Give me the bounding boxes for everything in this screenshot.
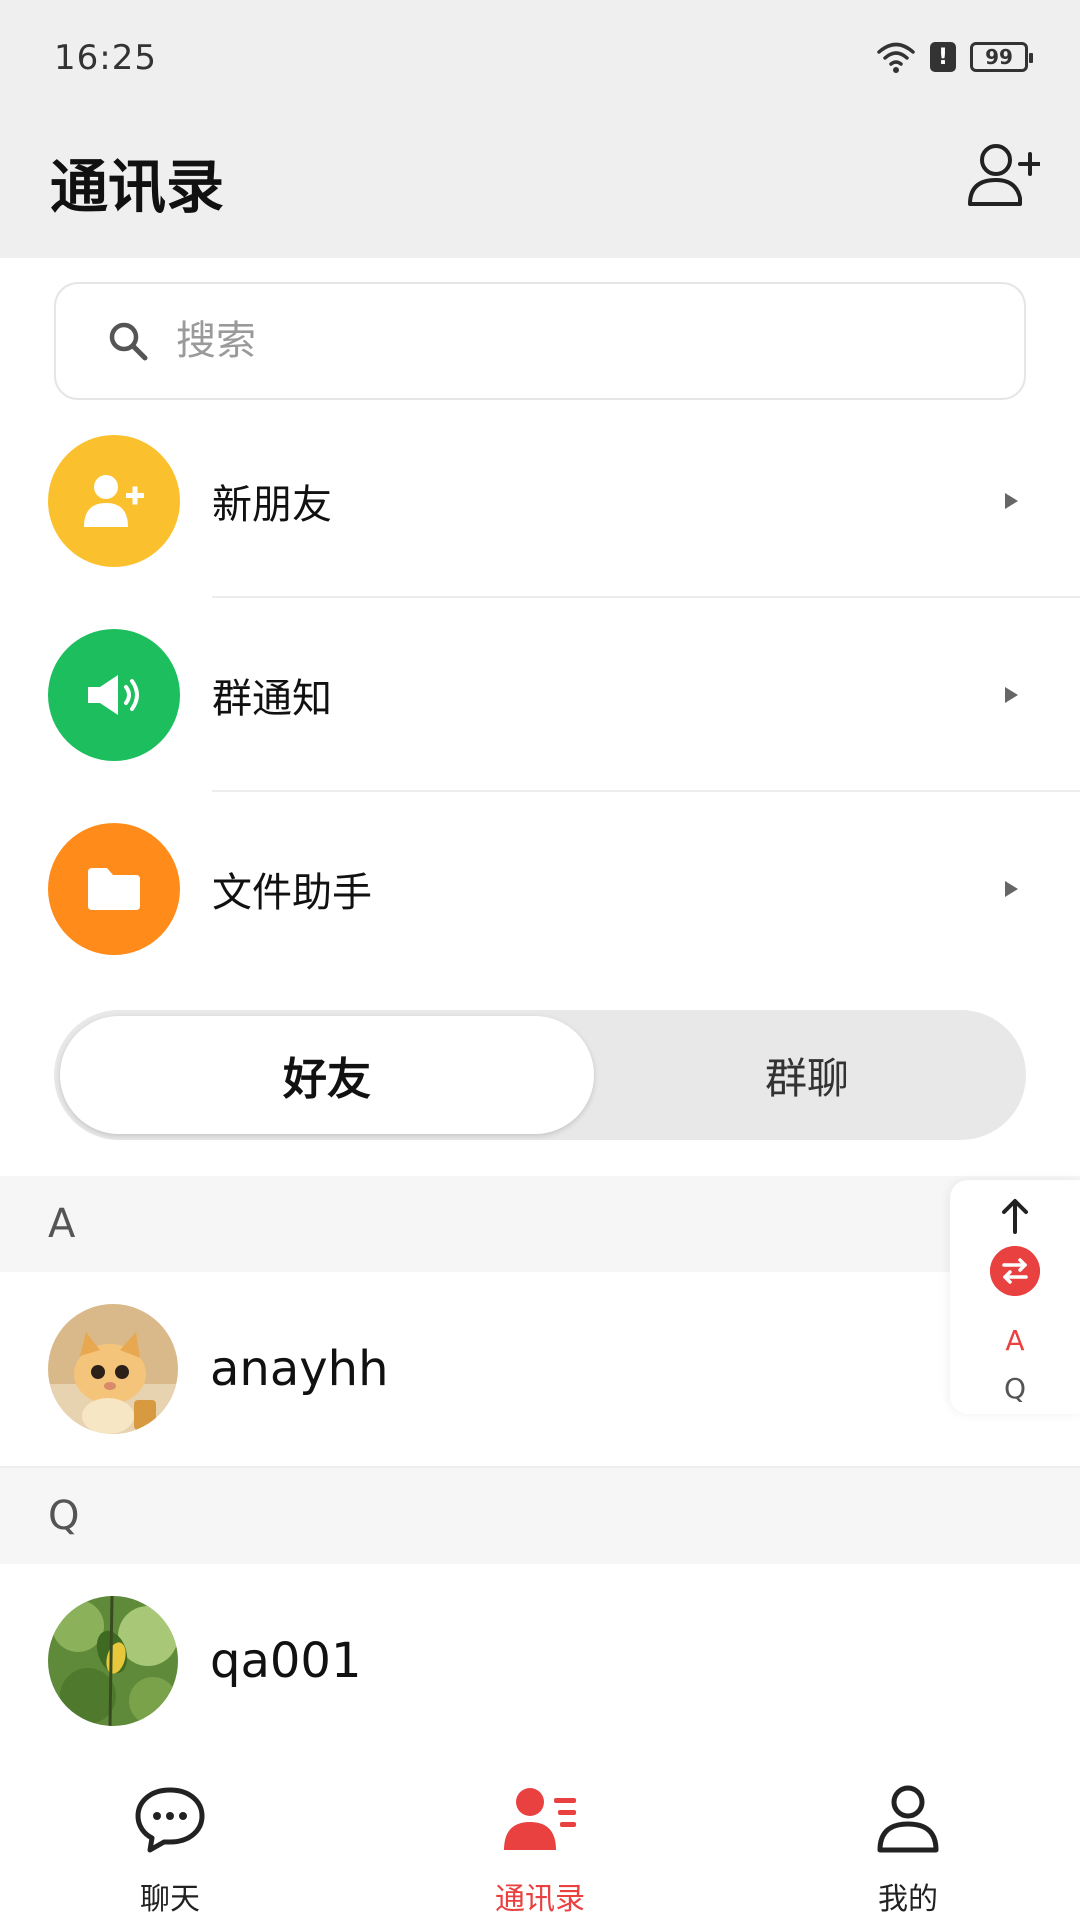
contact-name: anayhh: [210, 1341, 389, 1397]
avatar: [48, 1596, 178, 1726]
alert-icon: !: [930, 42, 956, 72]
search-icon: [109, 322, 148, 361]
status-time: 16:25: [54, 38, 157, 78]
folder-icon: [48, 822, 180, 955]
chat-icon: [135, 1787, 205, 1853]
nav-item-profile[interactable]: 我的: [808, 1780, 1008, 1918]
megaphone-icon: [48, 628, 180, 761]
nav-label: 通讯录: [495, 1882, 585, 1917]
nav-label: 我的: [878, 1882, 938, 1917]
segmented-tabs: 好友 群聊: [54, 1010, 1026, 1140]
tab-friends[interactable]: 好友: [60, 1016, 594, 1134]
feature-label: 文件助手: [212, 869, 372, 916]
feature-row-new-friends[interactable]: 新朋友: [0, 404, 1080, 597]
alphabet-index: A Q: [950, 1180, 1080, 1414]
contact-row[interactable]: anayhh: [0, 1272, 1080, 1466]
add-friend-icon: [48, 434, 180, 567]
contact-row[interactable]: qa001: [0, 1564, 1080, 1758]
contacts-icon: [504, 1788, 576, 1850]
chevron-right-icon: [1005, 492, 1018, 509]
feature-row-group-notice[interactable]: 群通知: [0, 598, 1080, 791]
bottom-nav: 聊天 通讯录 我的: [0, 1760, 1080, 1920]
battery-icon: 99: [970, 42, 1033, 72]
section-header: Q: [0, 1468, 1080, 1564]
index-letter-q[interactable]: Q: [950, 1372, 1080, 1405]
avatar: [48, 1304, 178, 1434]
swap-icon[interactable]: [990, 1246, 1040, 1296]
feature-label: 群通知: [212, 675, 332, 722]
battery-level: 99: [985, 45, 1013, 69]
section-header: A: [0, 1176, 1080, 1272]
nav-item-contacts[interactable]: 通讯录: [440, 1780, 640, 1918]
chevron-right-icon: [1005, 880, 1018, 897]
profile-icon: [877, 1785, 939, 1853]
header-bar: 16:25 ! 99 通讯录: [0, 0, 1080, 258]
nav-item-chat[interactable]: 聊天: [70, 1780, 270, 1918]
chevron-right-icon: [1005, 686, 1018, 703]
page-title: 通讯录: [50, 153, 225, 221]
search-input[interactable]: [176, 318, 876, 364]
tab-groups[interactable]: 群聊: [594, 1016, 1020, 1134]
arrow-up-icon[interactable]: [1000, 1198, 1030, 1234]
contact-name: qa001: [210, 1633, 362, 1689]
index-letter-a[interactable]: A: [950, 1324, 1080, 1357]
search-box[interactable]: [54, 282, 1026, 400]
status-icons: ! 99: [876, 40, 1033, 74]
wifi-icon: [877, 42, 915, 73]
add-contact-icon[interactable]: [966, 140, 1040, 210]
feature-label: 新朋友: [212, 481, 332, 528]
feature-row-file-assistant[interactable]: 文件助手: [0, 792, 1080, 985]
nav-label: 聊天: [140, 1882, 200, 1917]
